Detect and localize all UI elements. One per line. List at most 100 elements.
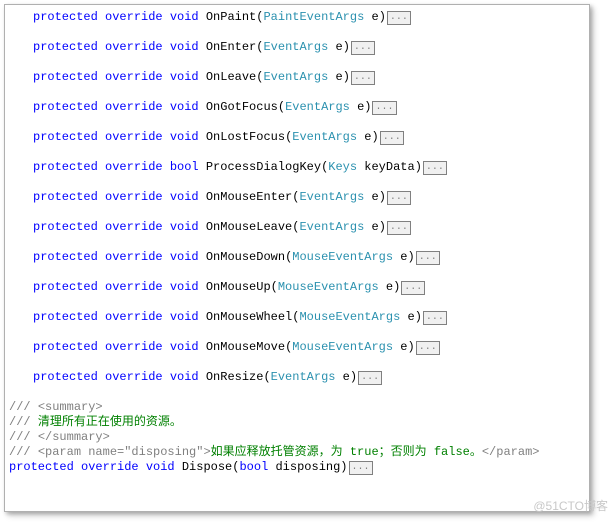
blank-line xyxy=(9,326,585,341)
param-name: e xyxy=(335,70,342,84)
fold-toggle[interactable]: ... xyxy=(372,101,396,115)
keyword-protected: protected xyxy=(33,160,98,174)
keyword-protected: protected xyxy=(33,280,98,294)
method-name: OnMouseLeave xyxy=(206,220,292,234)
method-name: OnPaint xyxy=(206,10,256,24)
param-name: e xyxy=(335,40,342,54)
keyword-override: override xyxy=(105,10,163,24)
keyword-protected: protected xyxy=(33,340,98,354)
method-signature: protected override void OnMouseMove(Mous… xyxy=(9,341,585,356)
keyword-override: override xyxy=(105,310,163,324)
param-name: e xyxy=(400,250,407,264)
keyword-return-type: void xyxy=(170,100,199,114)
param-name: e xyxy=(386,280,393,294)
blank-line xyxy=(9,296,585,311)
keyword-return-type: void xyxy=(170,70,199,84)
keyword-protected: protected xyxy=(33,220,98,234)
keyword-return-type: void xyxy=(170,130,199,144)
keyword-protected: protected xyxy=(33,70,98,84)
fold-toggle[interactable]: ... xyxy=(416,251,440,265)
keyword-override: override xyxy=(105,160,163,174)
param-name: e xyxy=(371,190,378,204)
keyword-return-type: void xyxy=(170,280,199,294)
xml-doc-comment: /// </summary> xyxy=(9,431,585,446)
fold-toggle[interactable]: ... xyxy=(423,161,447,175)
keyword-override: override xyxy=(105,250,163,264)
keyword-override: override xyxy=(105,340,163,354)
method-signature: protected override void OnResize(EventAr… xyxy=(9,371,585,386)
keyword-override: override xyxy=(105,40,163,54)
keyword-protected: protected xyxy=(33,100,98,114)
keyword-protected: protected xyxy=(33,310,98,324)
blank-line xyxy=(9,356,585,371)
blank-line xyxy=(9,266,585,281)
method-signature: protected override void OnMouseWheel(Mou… xyxy=(9,311,585,326)
method-signature: protected override void OnPaint(PaintEve… xyxy=(9,11,585,26)
blank-line xyxy=(9,86,585,101)
param-type: EventArgs xyxy=(299,220,364,234)
param-type: EventArgs xyxy=(299,190,364,204)
keyword-override: override xyxy=(105,280,163,294)
param-name: e xyxy=(372,10,379,24)
param-name: e xyxy=(343,370,350,384)
method-signature: protected override void OnMouseLeave(Eve… xyxy=(9,221,585,236)
keyword-override: override xyxy=(105,220,163,234)
fold-toggle[interactable]: ... xyxy=(387,191,411,205)
keyword-return-type: void xyxy=(170,340,199,354)
param-name: keyData xyxy=(364,160,414,174)
param-type: MouseEventArgs xyxy=(292,340,393,354)
keyword-return-type: bool xyxy=(170,160,199,174)
blank-line xyxy=(9,386,585,401)
method-name: OnMouseEnter xyxy=(206,190,292,204)
fold-toggle[interactable]: ... xyxy=(416,341,440,355)
fold-toggle[interactable]: ... xyxy=(349,461,373,475)
method-name: OnMouseUp xyxy=(206,280,271,294)
method-name: OnMouseWheel xyxy=(206,310,292,324)
method-name: OnGotFocus xyxy=(206,100,278,114)
param-name: e xyxy=(371,220,378,234)
fold-toggle[interactable]: ... xyxy=(387,11,411,25)
xml-doc-comment: /// <summary> xyxy=(9,401,585,416)
fold-toggle[interactable]: ... xyxy=(401,281,425,295)
keyword-protected: protected xyxy=(33,40,98,54)
method-name: OnMouseDown xyxy=(206,250,285,264)
method-signature-dispose: protected override void Dispose(bool dis… xyxy=(9,461,585,476)
keyword-return-type: void xyxy=(170,250,199,264)
keyword-return-type: void xyxy=(170,190,199,204)
param-type: EventArgs xyxy=(271,370,336,384)
method-signature: protected override void OnGotFocus(Event… xyxy=(9,101,585,116)
method-signature: protected override void OnEnter(EventArg… xyxy=(9,41,585,56)
param-type: MouseEventArgs xyxy=(299,310,400,324)
method-signature: protected override void OnMouseEnter(Eve… xyxy=(9,191,585,206)
keyword-return-type: void xyxy=(170,10,199,24)
param-type: EventArgs xyxy=(285,100,350,114)
method-name: OnLeave xyxy=(206,70,256,84)
fold-toggle[interactable]: ... xyxy=(358,371,382,385)
keyword-override: override xyxy=(105,190,163,204)
keyword-return-type: void xyxy=(170,370,199,384)
fold-toggle[interactable]: ... xyxy=(380,131,404,145)
param-type: EventArgs xyxy=(263,70,328,84)
method-name: OnMouseMove xyxy=(206,340,285,354)
param-type: EventArgs xyxy=(292,130,357,144)
xml-doc-comment: /// 清理所有正在使用的资源。 xyxy=(9,416,585,431)
method-signature: protected override void OnMouseUp(MouseE… xyxy=(9,281,585,296)
param-type: MouseEventArgs xyxy=(292,250,393,264)
keyword-override: override xyxy=(105,130,163,144)
fold-toggle[interactable]: ... xyxy=(423,311,447,325)
fold-toggle[interactable]: ... xyxy=(351,41,375,55)
param-name: e xyxy=(408,310,415,324)
param-type: MouseEventArgs xyxy=(278,280,379,294)
method-name: OnEnter xyxy=(206,40,256,54)
keyword-override: override xyxy=(105,70,163,84)
blank-line xyxy=(9,176,585,191)
fold-toggle[interactable]: ... xyxy=(387,221,411,235)
param-type: PaintEventArgs xyxy=(263,10,364,24)
keyword-return-type: void xyxy=(170,310,199,324)
method-name: ProcessDialogKey xyxy=(206,160,321,174)
keyword-protected: protected xyxy=(33,190,98,204)
fold-toggle[interactable]: ... xyxy=(351,71,375,85)
param-type: bool xyxy=(239,460,268,474)
blank-line xyxy=(9,206,585,221)
blank-line xyxy=(9,146,585,161)
